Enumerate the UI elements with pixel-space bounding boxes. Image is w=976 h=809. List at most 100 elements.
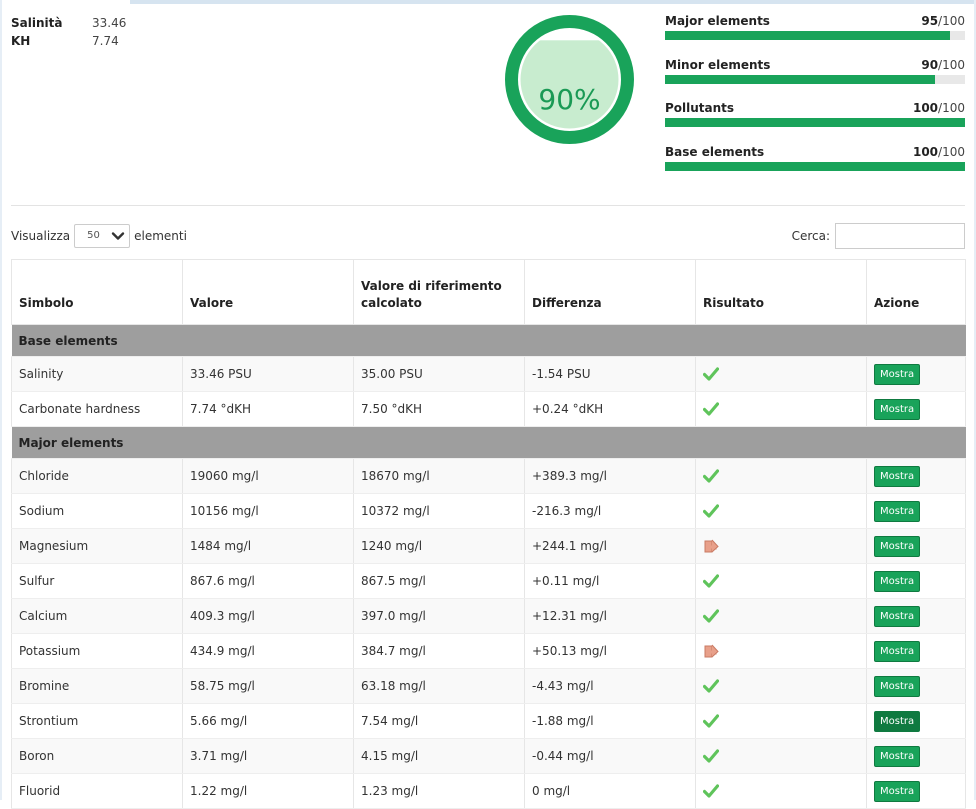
parameters-summary: Salinità 33.46 KH 7.74 [11,14,126,50]
cell-symbol: Sodium [11,493,183,529]
cell-action: Mostra [866,528,966,564]
cell-reference: 1.23 mg/l [353,773,525,809]
cell-value: 58.75 mg/l [182,668,354,704]
cell-value: 1.22 mg/l [182,773,354,809]
score-track [665,161,965,171]
show-button[interactable]: Mostra [874,570,921,592]
elements-table: Simbolo Valore Valore di riferimento cal… [11,259,966,809]
table-body: Base elements Salinity 33.46 PSU 35.00 PSU -… [11,324,966,809]
check-icon [702,783,720,799]
show-button[interactable]: Mostra [874,535,921,557]
cell-symbol: Bromine [11,668,183,704]
score-track [665,31,965,40]
table-row: Carbonate hardness 7.74 °dKH 7.50 °dKH +0.2… [11,391,966,427]
show-button[interactable]: Mostra [874,710,921,732]
cell-value: 10156 mg/l [182,493,354,529]
cell-result [695,738,867,774]
show-button[interactable]: Mostra [874,500,921,522]
column-header-reference[interactable]: Valore di riferimento calcolato [353,259,525,325]
score-fill [665,74,935,84]
cell-difference: -216.3 mg/l [524,493,696,529]
score-bars: Major elements 95/100 Minor elements 90/… [665,14,965,188]
column-header-value[interactable]: Valore [182,259,354,325]
section-divider [11,205,965,206]
score-fill [665,118,965,127]
cell-reference: 10372 mg/l [353,493,525,529]
column-header-difference[interactable]: Differenza [524,259,696,325]
cell-action: Mostra [866,738,966,774]
score-gauge [505,15,634,144]
cell-difference: +50.13 mg/l [524,633,696,669]
search-input[interactable] [835,223,965,249]
cell-difference: +0.11 mg/l [524,563,696,599]
show-button[interactable]: Mostra [874,465,921,487]
cell-symbol: Potassium [11,633,183,669]
top-border [0,0,976,4]
chevron-down-icon [111,232,125,240]
cell-action: Mostra [866,773,966,809]
cell-reference: 384.7 mg/l [353,633,525,669]
cell-reference: 7.50 °dKH [353,391,525,427]
cell-reference: 35.00 PSU [353,356,525,392]
table-row: Boron 3.71 mg/l 4.15 mg/l -0.44 mg/l Mostra [11,738,966,774]
param-value: 7.74 [92,34,119,48]
left-border [0,0,2,800]
cell-difference: -0.44 mg/l [524,738,696,774]
cell-symbol: Strontium [11,703,183,739]
length-label-after: elementi [134,229,187,243]
cell-difference: +244.1 mg/l [524,528,696,564]
cell-result [695,703,867,739]
table-row: Potassium 434.9 mg/l 384.7 mg/l +50.13 mg/l… [11,633,966,669]
cell-difference: +12.31 mg/l [524,598,696,634]
group-row: Major elements [11,426,966,459]
cell-symbol: Sulfur [11,563,183,599]
length-label-before: Visualizza [11,229,71,243]
cell-result [695,773,867,809]
show-button[interactable]: Mostra [874,363,921,385]
search-box: Cerca: [792,223,965,249]
param-salinity: Salinità 33.46 [11,14,126,32]
table-row: Strontium 5.66 mg/l 7.54 mg/l -1.88 mg/l Mos… [11,703,966,739]
column-header-action[interactable]: Azione [866,259,966,325]
column-header-symbol[interactable]: Simbolo [11,259,183,325]
cell-action: Mostra [866,356,966,392]
table-row: Sulfur 867.6 mg/l 867.5 mg/l +0.11 mg/l Most… [11,563,966,599]
cell-value: 867.6 mg/l [182,563,354,599]
page-length-select[interactable]: 50 [74,224,131,248]
check-icon [702,573,720,589]
table-row: Bromine 58.75 mg/l 63.18 mg/l -4.43 mg/l Mos… [11,668,966,704]
check-icon [702,748,720,764]
cell-reference: 7.54 mg/l [353,703,525,739]
cell-symbol: Fluorid [11,773,183,809]
show-button[interactable]: Mostra [874,640,921,662]
score-fill [665,161,965,171]
score-fill [665,31,950,40]
cell-value: 19060 mg/l [182,458,354,494]
cell-action: Mostra [866,563,966,599]
show-button[interactable]: Mostra [874,605,921,627]
cell-symbol: Salinity [11,356,183,392]
show-button[interactable]: Mostra [874,745,921,767]
table-row: Fluorid 1.22 mg/l 1.23 mg/l 0 mg/l Mostra [11,773,966,809]
cell-difference: +389.3 mg/l [524,458,696,494]
cell-result [695,563,867,599]
show-button[interactable]: Mostra [874,780,921,802]
score-label: Minor elements [665,57,771,72]
cell-symbol: Chloride [11,458,183,494]
score-label: Major elements [665,14,770,28]
check-icon [702,608,720,624]
show-button[interactable]: Mostra [874,675,921,697]
check-icon [702,503,720,519]
cell-reference: 1240 mg/l [353,528,525,564]
score-major-elements: Major elements 95/100 [665,14,965,58]
cell-difference: -1.54 PSU [524,356,696,392]
cell-value: 434.9 mg/l [182,633,354,669]
cell-result [695,458,867,494]
show-button[interactable]: Mostra [874,398,921,420]
cell-result [695,528,867,564]
cell-difference: -4.43 mg/l [524,668,696,704]
cell-result [695,598,867,634]
column-header-result[interactable]: Risultato [695,259,867,325]
cell-symbol: Magnesium [11,528,183,564]
table-row: Calcium 409.3 mg/l 397.0 mg/l +12.31 mg/l Mo… [11,598,966,634]
